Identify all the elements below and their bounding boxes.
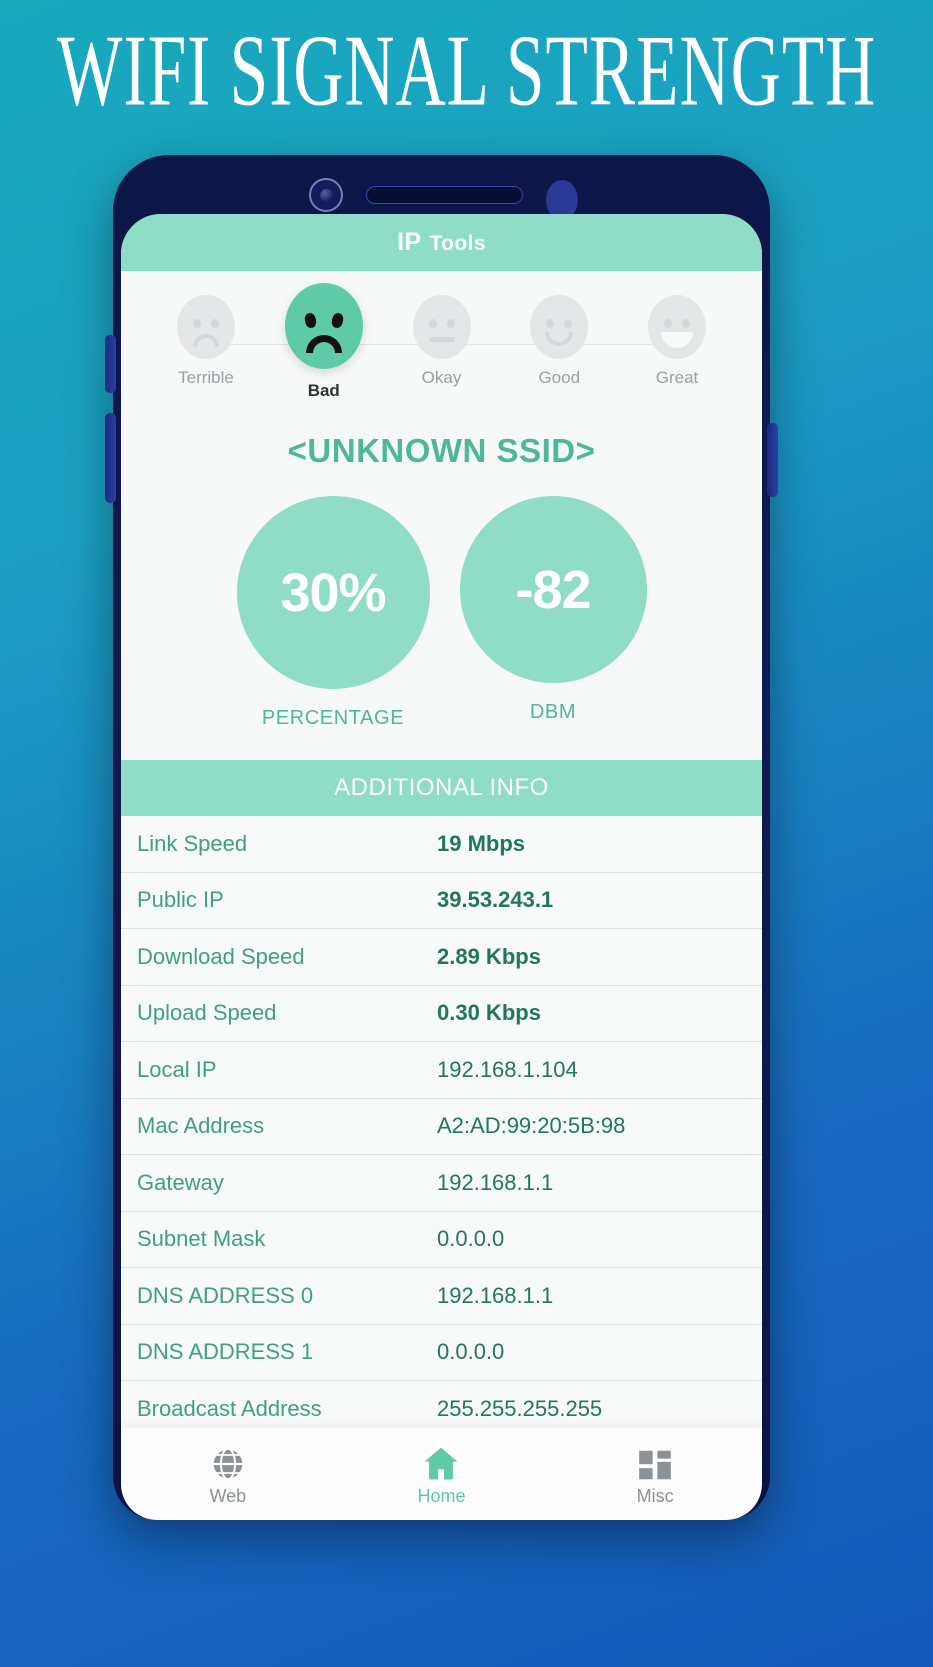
sad-face-icon xyxy=(284,283,363,369)
info-row[interactable]: Subnet Mask 0.0.0.0 xyxy=(121,1212,762,1268)
percentage-bubble: 30% xyxy=(236,496,430,689)
rating-label-great: Great xyxy=(655,368,699,387)
info-row[interactable]: DNS ADDRESS 1 0.0.0.0 xyxy=(121,1325,762,1381)
app-bar: IP Tools xyxy=(121,214,762,271)
dbm-value: -82 xyxy=(515,559,591,620)
volume-up-button[interactable] xyxy=(105,335,116,393)
rating-label-okay: Okay xyxy=(421,368,462,387)
grin-icon xyxy=(648,295,706,359)
dbm-gauge: -82 DBM xyxy=(459,496,647,730)
info-row-key: Gateway xyxy=(137,1169,224,1195)
nav-label-misc: Misc xyxy=(636,1485,674,1506)
globe-icon xyxy=(208,1442,248,1484)
info-row-key: Broadcast Address xyxy=(137,1395,322,1421)
info-row-key: DNS ADDRESS 1 xyxy=(137,1339,314,1365)
app-title-suffix: Tools xyxy=(429,232,486,255)
info-row-value: 2.89 Kbps xyxy=(437,943,541,969)
info-row[interactable]: Local IP 192.168.1.104 xyxy=(121,1042,762,1099)
info-row-value: 19 Mbps xyxy=(437,830,526,856)
nav-item-home[interactable]: Home xyxy=(381,1442,501,1507)
smile-icon xyxy=(530,295,589,359)
rating-item-great[interactable]: Great xyxy=(634,295,720,388)
page-title: WIFI SIGNAL STRENGTH xyxy=(56,13,877,127)
info-row-value: A2:AD:99:20:5B:98 xyxy=(437,1113,626,1139)
app-title: IP Tools xyxy=(397,228,486,257)
earpiece-speaker xyxy=(366,186,523,204)
rating-label-good: Good xyxy=(538,368,581,387)
signal-rating-strip: Terrible Bad Okay Good Great xyxy=(121,271,762,404)
info-row-key: Local IP xyxy=(137,1056,217,1082)
info-row[interactable]: Download Speed 2.89 Kbps xyxy=(121,929,762,986)
rating-item-terrible[interactable]: Terrible xyxy=(163,295,249,388)
rating-item-okay[interactable]: Okay xyxy=(399,295,485,388)
power-button[interactable] xyxy=(767,423,778,497)
info-row-key: DNS ADDRESS 0 xyxy=(137,1282,314,1308)
dbm-bubble: -82 xyxy=(459,496,647,683)
front-camera-icon xyxy=(309,178,343,212)
info-row-key: Download Speed xyxy=(137,943,305,969)
additional-info-title: ADDITIONAL INFO xyxy=(334,774,549,801)
info-row[interactable]: Gateway 192.168.1.1 xyxy=(121,1155,762,1212)
percentage-value: 30% xyxy=(280,562,386,623)
percentage-gauge: 30% PERCENTAGE xyxy=(236,496,430,730)
info-row-key: Mac Address xyxy=(137,1113,265,1139)
info-row[interactable]: Mac Address A2:AD:99:20:5B:98 xyxy=(121,1099,762,1155)
info-row-value: 0.0.0.0 xyxy=(437,1339,505,1365)
additional-info-list[interactable]: Link Speed 19 Mbps Public IP 39.53.243.1 Dow… xyxy=(121,816,762,1472)
additional-info-header: ADDITIONAL INFO xyxy=(121,760,762,816)
info-row-key: Public IP xyxy=(137,887,224,913)
info-row[interactable]: Upload Speed 0.30 Kbps xyxy=(121,986,762,1042)
bottom-navigation: Web Home Misc xyxy=(121,1428,762,1520)
grid-icon xyxy=(636,1442,674,1484)
home-icon xyxy=(420,1442,462,1484)
info-row-key: Link Speed xyxy=(137,830,248,856)
info-row[interactable]: Public IP 39.53.243.1 xyxy=(121,873,762,929)
info-row-value: 192.168.1.104 xyxy=(437,1056,578,1082)
rating-item-bad[interactable]: Bad xyxy=(281,283,367,401)
neutral-face-icon xyxy=(412,295,471,359)
info-row-value: 192.168.1.1 xyxy=(437,1169,554,1195)
info-row-value: 255.255.255.255 xyxy=(437,1395,603,1421)
frown-icon xyxy=(177,295,235,359)
signal-gauges: 30% PERCENTAGE -82 DBM xyxy=(121,496,762,730)
nav-item-web[interactable]: Web xyxy=(168,1442,288,1507)
volume-down-button[interactable] xyxy=(105,413,116,503)
info-row-key: Upload Speed xyxy=(137,1000,277,1026)
percentage-caption: PERCENTAGE xyxy=(261,707,405,729)
ssid-label: <UNKNOWN SSID> xyxy=(287,432,596,469)
nav-item-misc[interactable]: Misc xyxy=(595,1442,715,1507)
info-row-value: 192.168.1.1 xyxy=(437,1282,554,1308)
dbm-caption: DBM xyxy=(529,701,577,723)
app-title-prefix: IP xyxy=(397,228,422,256)
info-row[interactable]: Link Speed 19 Mbps xyxy=(121,816,762,873)
info-row-value: 0.0.0.0 xyxy=(437,1226,505,1252)
info-row-key: Subnet Mask xyxy=(137,1226,266,1252)
info-row-value: 0.30 Kbps xyxy=(437,1000,541,1026)
rating-label-terrible: Terrible xyxy=(178,368,234,387)
rating-item-good[interactable]: Good xyxy=(516,295,602,388)
info-row-value: 39.53.243.1 xyxy=(437,887,554,913)
nav-label-home: Home xyxy=(417,1485,466,1506)
phone-frame: IP Tools Terrible Bad Okay Good Great <U… xyxy=(105,155,778,1520)
phone-screen: IP Tools Terrible Bad Okay Good Great <U… xyxy=(121,214,762,1472)
info-row[interactable]: DNS ADDRESS 0 192.168.1.1 xyxy=(121,1268,762,1325)
screen-body: Terrible Bad Okay Good Great <UNKNOWN SS… xyxy=(121,271,762,1472)
banner: WIFI SIGNAL STRENGTH xyxy=(0,0,933,140)
rating-label-bad: Bad xyxy=(307,381,340,400)
nav-label-web: Web xyxy=(209,1485,247,1506)
